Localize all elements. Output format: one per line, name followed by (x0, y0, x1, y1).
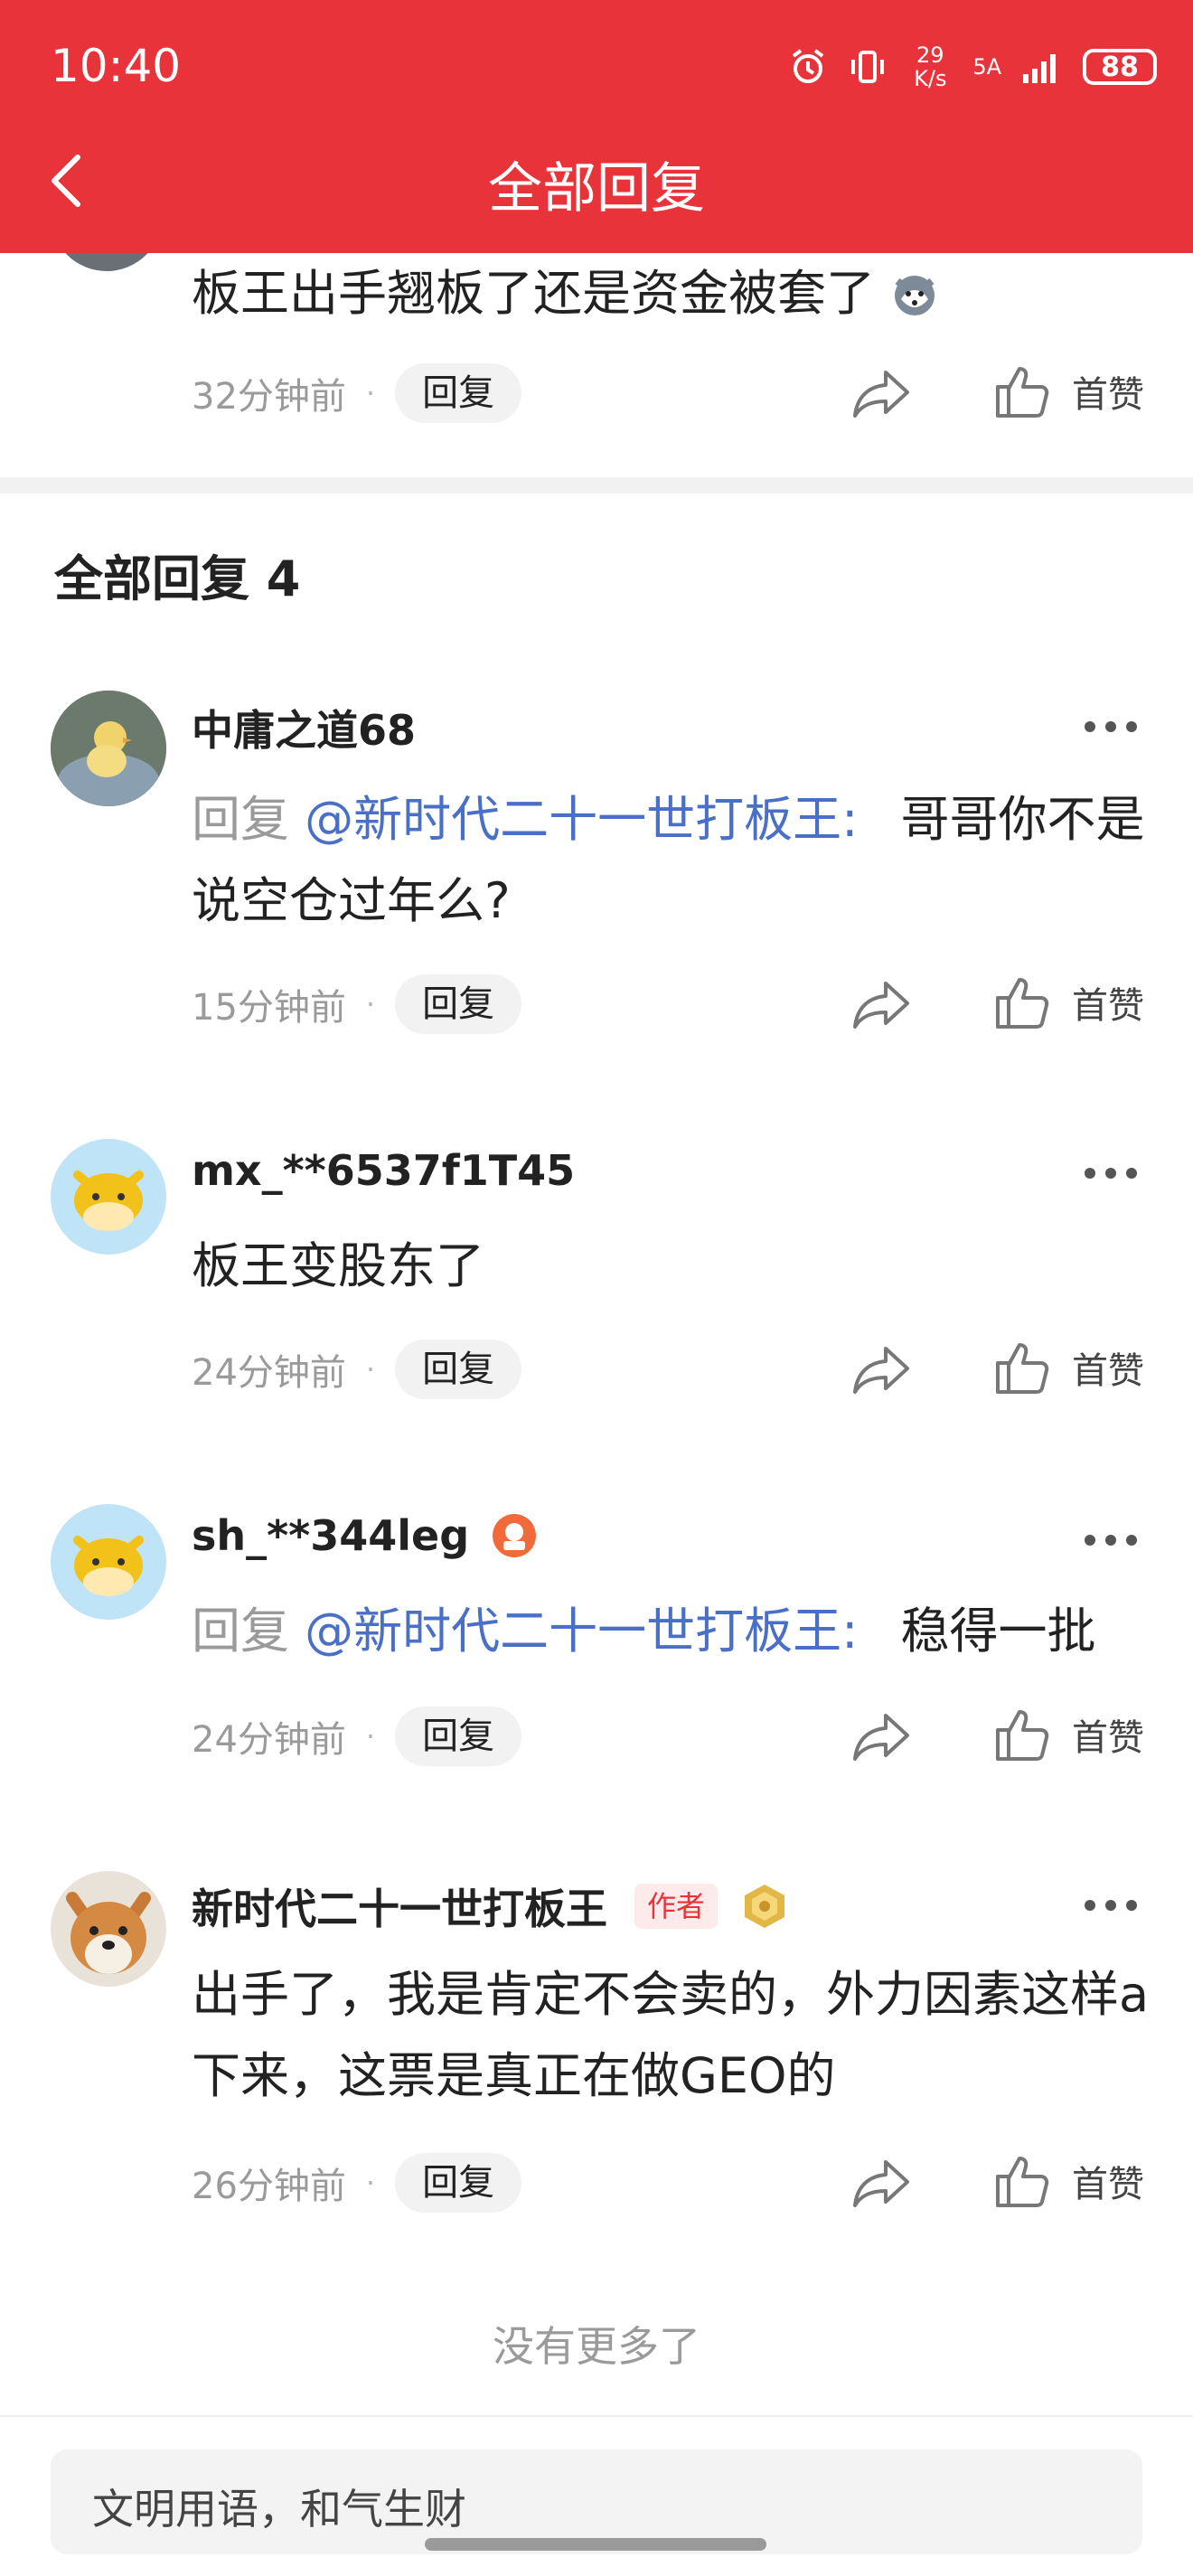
share-icon[interactable] (851, 980, 911, 1030)
avatar[interactable] (51, 1871, 166, 1987)
reply-button[interactable]: 回复 (395, 1340, 522, 1399)
reply-button[interactable]: 回复 (395, 1706, 522, 1766)
reply-button[interactable]: 回复 (395, 2153, 522, 2213)
medal-icon (745, 1885, 785, 1928)
comment-time: 24分钟前 (192, 1352, 346, 1394)
home-indicator[interactable] (425, 2538, 766, 2551)
username[interactable]: 新时代二十一世打板王 作者 (192, 1876, 790, 1936)
like-button[interactable]: 首赞 (994, 974, 1144, 1030)
share-icon[interactable] (851, 1345, 911, 1396)
alarm-icon (793, 49, 824, 83)
avatar[interactable] (51, 1139, 166, 1255)
reply-prefix: 回复 (192, 791, 289, 848)
cow-avatar-icon (51, 1504, 166, 1620)
network-speed: 29 K/s (914, 42, 947, 91)
dot-separator: · (365, 376, 376, 410)
shiba-avatar-image (51, 1871, 166, 1987)
thumbs-up-icon (996, 1710, 1049, 1761)
username-text: 新时代二十一世打板王 (192, 1885, 607, 1933)
username[interactable]: sh_**344leg (192, 1511, 538, 1560)
comment-meta: 24分钟前 · 回复 首赞 (192, 1706, 1150, 1766)
signal-icon (1023, 54, 1056, 83)
cow-avatar-icon (51, 1139, 166, 1255)
comment-meta: 26分钟前 · 回复 首赞 (192, 2153, 1150, 2213)
more-options-icon[interactable] (1083, 1533, 1139, 1547)
thumbs-up-icon (996, 1343, 1049, 1394)
author-badge: 作者 (634, 1884, 719, 1929)
battery-icon: 88 (1083, 49, 1157, 85)
comment-time: 15分钟前 (192, 987, 346, 1029)
username-text: sh_**344leg (192, 1511, 470, 1560)
reply-button[interactable]: 回复 (395, 363, 522, 423)
no-more-text: 没有更多了 (493, 2322, 700, 2371)
comment-text: 回复 @新时代二十一世打板王: 稳得一批 (192, 1591, 1150, 1672)
dot-separator: · (365, 987, 376, 1021)
like-button[interactable]: 首赞 (994, 1340, 1144, 1396)
avatar[interactable] (51, 691, 166, 806)
fortune-badge-icon (493, 1514, 537, 1557)
like-label: 首赞 (1072, 985, 1144, 1027)
comment-meta: 15分钟前 · 回复 首赞 (192, 974, 1150, 1034)
like-button[interactable]: 首赞 (994, 1706, 1144, 1763)
reply-prefix: 回复 (192, 1603, 289, 1659)
thumbs-up-icon (996, 367, 1049, 418)
share-icon[interactable] (851, 1712, 911, 1763)
comment-time: 32分钟前 (192, 376, 346, 418)
comment-meta: 32分钟前 · 回复 首赞 (192, 363, 1150, 423)
input-placeholder: 文明用语，和气生财 (92, 2485, 466, 2534)
comment-input-bar: 文明用语，和气生财 (0, 2415, 1193, 2576)
top-header: 10:40 29 K/s 5A 88 全部回复 (0, 0, 1193, 253)
dot-separator: · (365, 2166, 376, 2200)
section-divider (0, 477, 1193, 494)
share-icon[interactable] (851, 369, 911, 419)
comment-time: 26分钟前 (192, 2166, 346, 2207)
more-options-icon[interactable] (1083, 1166, 1139, 1180)
mention-link[interactable]: @新时代二十一世打板王: (305, 791, 858, 848)
section-title: 全部回复 4 (54, 550, 301, 607)
like-button[interactable]: 首赞 (994, 363, 1144, 419)
comment-text: 出手了，我是肯定不会卖的，外力因素这样a下来，这票是真正在做GEO的 (192, 1966, 1150, 2104)
network-type: 5A (972, 54, 1001, 80)
avatar[interactable] (51, 1504, 166, 1620)
original-comment-text: 板王出手翘板了还是资金被套了 (192, 253, 939, 324)
status-icons: 29 K/s 5A 88 (788, 43, 1157, 90)
vibrate-icon (851, 51, 885, 83)
username[interactable]: mx_**6537f1T45 (192, 1146, 575, 1195)
more-options-icon[interactable] (1083, 719, 1139, 734)
comment-time: 24分钟前 (192, 1719, 346, 1761)
dot-separator: · (365, 1719, 376, 1753)
like-label: 首赞 (1072, 2164, 1144, 2205)
thumbs-up-icon (996, 978, 1049, 1029)
mention-link[interactable]: @新时代二十一世打板王: (305, 1603, 858, 1659)
reply-button[interactable]: 回复 (395, 974, 522, 1034)
comment-content: 稳得一批 (900, 1603, 1096, 1659)
comment-text: 回复 @新时代二十一世打板王: 哥哥你不是说空仓过年么? (192, 779, 1150, 942)
like-label: 首赞 (1072, 1350, 1144, 1392)
duckling-avatar-image (51, 691, 166, 806)
like-button[interactable]: 首赞 (994, 2153, 1144, 2209)
status-time: 10:40 (51, 40, 182, 92)
husky-emoji-icon (895, 276, 935, 315)
dot-separator: · (365, 1352, 376, 1387)
like-label: 首赞 (1072, 1717, 1144, 1759)
like-label: 首赞 (1072, 374, 1144, 416)
comment-meta: 24分钟前 · 回复 首赞 (192, 1340, 1150, 1399)
thumbs-up-icon (996, 2157, 1049, 2207)
username[interactable]: 中庸之道68 (192, 698, 416, 757)
page-title: 全部回复 (488, 157, 705, 221)
share-icon[interactable] (851, 2158, 911, 2209)
more-options-icon[interactable] (1083, 1898, 1139, 1913)
comment-text: 板王变股东了 (192, 1237, 484, 1294)
